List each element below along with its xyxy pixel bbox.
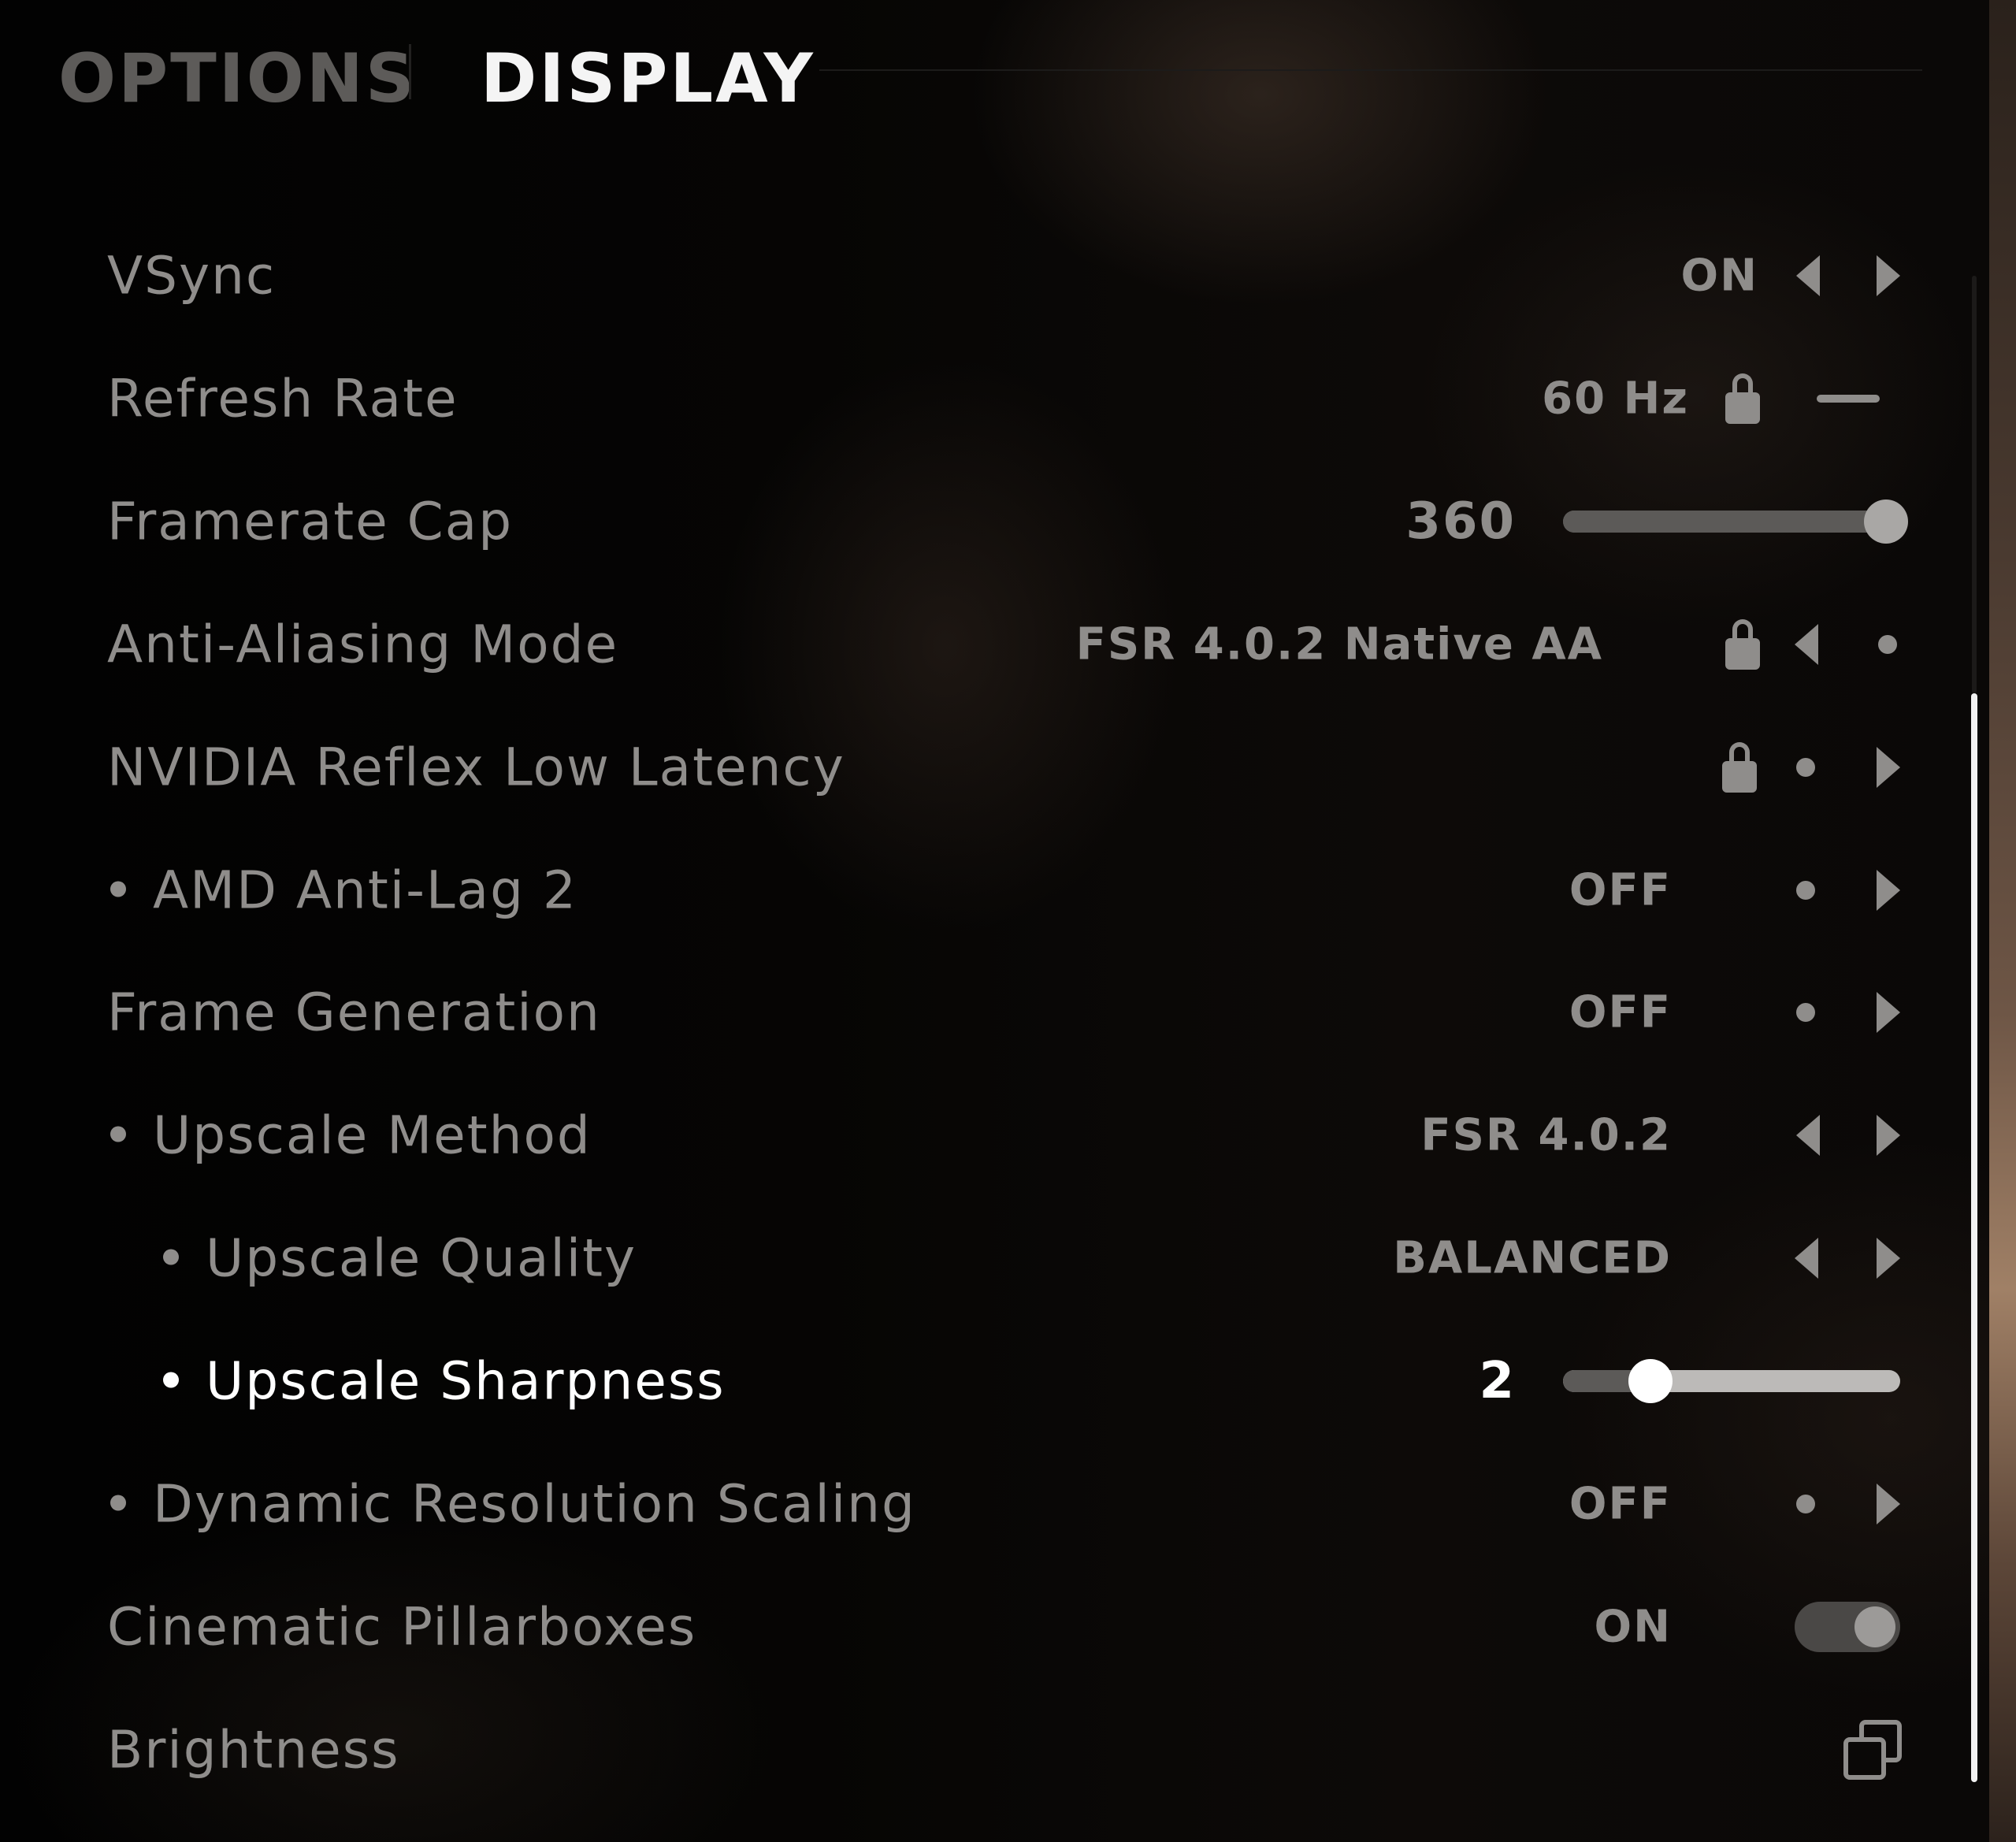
setting-label: Framerate Cap [107,491,514,552]
framerate-slider[interactable] [1563,499,1908,544]
arrow-right-icon[interactable] [1877,255,1900,296]
bullet-icon [110,1126,126,1142]
arrow-right-icon[interactable] [1877,870,1900,911]
slider-thumb[interactable] [1628,1359,1673,1403]
setting-value: OFF [1569,986,1672,1038]
unavailable-dash-icon [1817,395,1880,403]
setting-value: OFF [1569,864,1672,916]
dot-icon [1796,1495,1815,1513]
background-character-edge [1989,0,2016,1842]
setting-value: ON [1594,1601,1672,1653]
setting-value: 2 [1479,1352,1516,1410]
setting-label: Dynamic Resolution Scaling [110,1474,916,1535]
dot-icon [1796,1003,1815,1022]
arrow-right-icon[interactable] [1877,1115,1900,1156]
pillarboxes-toggle[interactable] [1795,1602,1900,1652]
setting-value: OFF [1569,1478,1672,1530]
bullet-icon [110,881,126,897]
setting-label: Frame Generation [107,982,601,1043]
sharpness-slider[interactable] [1563,1359,1900,1403]
dot-icon [1878,635,1897,654]
setting-label: Cinematic Pillarboxes [107,1596,697,1658]
setting-label: Brightness [107,1719,400,1781]
toggle-knob [1854,1606,1895,1647]
lock-icon [1725,619,1760,670]
setting-label: Upscale Quality [163,1228,637,1289]
arrow-left-icon[interactable] [1796,255,1820,296]
setting-value: 60 Hz [1542,373,1689,425]
arrow-left-icon[interactable] [1795,1238,1818,1279]
tab-divider [409,44,411,99]
setting-row-nvidia-reflex[interactable]: NVIDIA Reflex Low Latency [0,720,1930,815]
setting-value: FSR 4.0.2 [1420,1109,1672,1161]
slider-fill [1563,511,1900,533]
lock-icon [1725,373,1760,424]
header-divider [819,69,1922,71]
setting-row-frame-generation[interactable]: Frame Generation OFF [0,965,1930,1060]
setting-row-brightness[interactable]: Brightness [0,1703,1930,1797]
bullet-icon [110,1495,126,1511]
copy-icon[interactable] [1843,1720,1902,1780]
setting-label: Upscale Sharpness [163,1351,726,1412]
setting-row-upscale-sharpness[interactable]: Upscale Sharpness 2 [0,1334,1930,1428]
arrow-left-icon[interactable] [1795,624,1818,665]
setting-label: Refresh Rate [107,368,459,429]
scrollbar-track[interactable] [1972,276,1977,693]
setting-row-cinematic-pillarboxes[interactable]: Cinematic Pillarboxes ON [0,1580,1930,1674]
bullet-icon [163,1372,179,1388]
setting-row-upscale-quality[interactable]: Upscale Quality BALANCED [0,1211,1930,1305]
arrow-right-icon[interactable] [1877,747,1900,788]
setting-row-anti-aliasing-mode[interactable]: Anti-Aliasing Mode FSR 4.0.2 Native AA [0,597,1930,692]
setting-value: BALANCED [1393,1232,1672,1284]
setting-value: FSR 4.0.2 Native AA [1075,618,1603,670]
setting-row-refresh-rate[interactable]: Refresh Rate 60 Hz [0,351,1930,446]
tab-options[interactable]: OPTIONS [58,39,417,118]
setting-row-dynamic-resolution-scaling[interactable]: Dynamic Resolution Scaling OFF [0,1457,1930,1551]
scrollbar-thumb[interactable] [1971,693,1977,1782]
arrow-right-icon[interactable] [1877,992,1900,1033]
arrow-right-icon[interactable] [1877,1238,1900,1279]
setting-label: AMD Anti-Lag 2 [110,860,577,921]
setting-value: 360 [1405,492,1516,551]
setting-value: ON [1680,250,1758,302]
arrow-right-icon[interactable] [1877,1484,1900,1524]
setting-label: Upscale Method [110,1105,592,1166]
slider-thumb[interactable] [1864,499,1908,544]
dot-icon [1796,758,1815,777]
setting-row-vsync[interactable]: VSync ON [0,228,1930,323]
arrow-left-icon[interactable] [1796,1115,1820,1156]
tab-display[interactable]: DISPLAY [481,39,815,118]
setting-label: Anti-Aliasing Mode [107,614,619,675]
bullet-icon [163,1249,179,1265]
setting-label: NVIDIA Reflex Low Latency [107,737,845,798]
dot-icon [1796,881,1815,900]
lock-icon [1722,742,1757,793]
setting-label: VSync [107,245,277,306]
setting-row-amd-anti-lag[interactable]: AMD Anti-Lag 2 OFF [0,843,1930,938]
setting-row-upscale-method[interactable]: Upscale Method FSR 4.0.2 [0,1088,1930,1183]
setting-row-framerate-cap[interactable]: Framerate Cap 360 [0,474,1930,569]
